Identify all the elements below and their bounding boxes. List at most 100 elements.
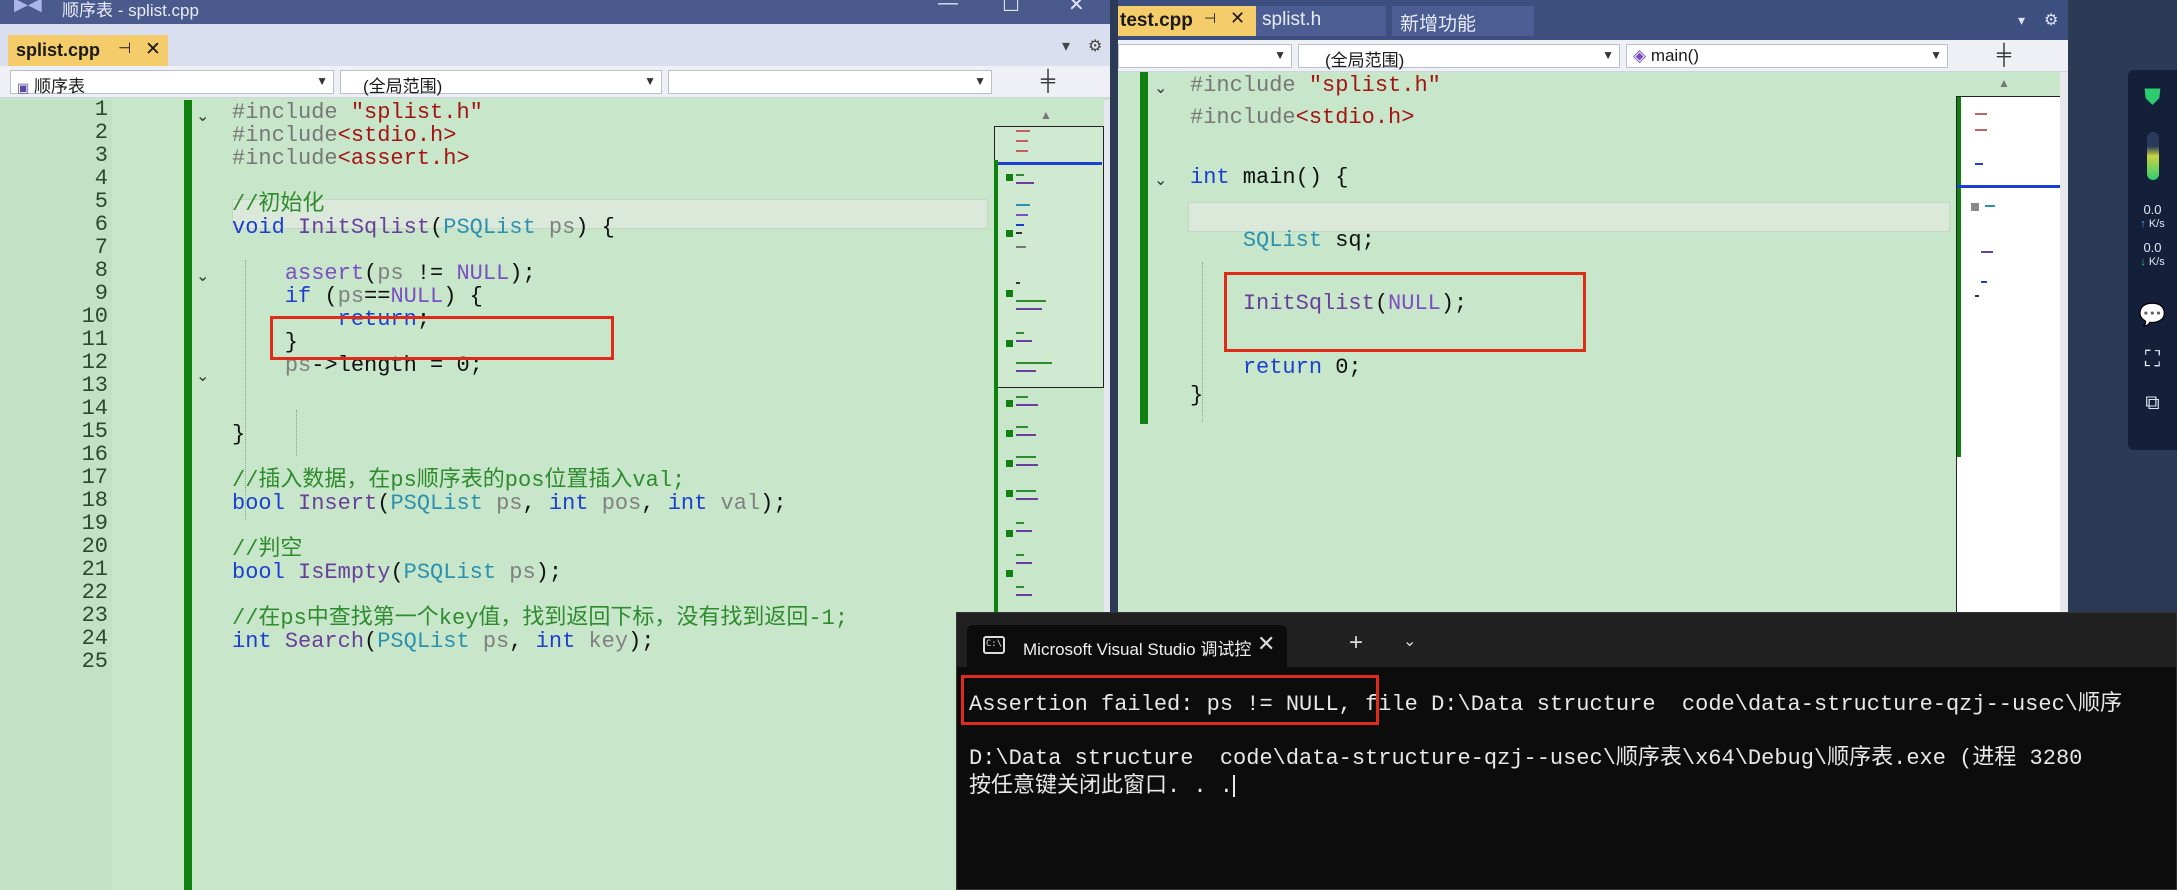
line-number: 21 — [81, 557, 108, 582]
close-tab-button[interactable]: ✕ — [1230, 8, 1245, 29]
member-dropdown[interactable]: ◈ main() ▼ — [1626, 44, 1948, 68]
code-line[interactable]: return 0; — [1190, 352, 1362, 384]
minimap-code-line — [1016, 396, 1028, 398]
maximize-button[interactable]: ☐ — [1002, 0, 1020, 17]
screen-search-icon[interactable]: ⧉ — [2128, 392, 2177, 415]
scope-dropdown[interactable]: (全局范围) ▼ — [1298, 44, 1620, 70]
member-dropdown[interactable]: ▼ — [668, 70, 992, 94]
project-icon: ▣ — [17, 80, 30, 95]
minimap-change-bar — [1957, 97, 1961, 457]
shield-icon[interactable]: ⛊ — [2128, 84, 2177, 110]
minimize-button[interactable]: — — [938, 0, 958, 15]
tab-test-cpp[interactable]: test.cpp ⊣ ✕ — [1118, 6, 1256, 36]
project-dropdown[interactable]: ▼ — [1118, 44, 1292, 68]
code-line[interactable]: int Search(PSQList ps, int key); — [232, 626, 655, 658]
upload-speed: 0.0 — [2143, 202, 2162, 217]
minimap-code-line — [1981, 281, 1987, 283]
code-line[interactable]: bool IsEmpty(PSQList ps); — [232, 557, 562, 589]
gear-icon[interactable]: ⚙ — [1088, 36, 1102, 56]
tab-splist-h[interactable]: splist.h — [1256, 6, 1386, 36]
chat-icon[interactable]: 💬 — [2128, 302, 2177, 328]
chevron-down-icon: ▼ — [974, 74, 986, 88]
console-tab-bar: C:\ Microsoft Visual Studio 调试控 ✕ + ⌄ — [957, 613, 2176, 667]
code-line[interactable]: SQList sq; — [1190, 225, 1375, 257]
chevron-down-icon: ▼ — [316, 74, 328, 88]
crop-icon[interactable]: ⛶ — [2128, 346, 2177, 372]
minimap-code-line — [1016, 246, 1026, 248]
minimap-fold-marker — [1006, 400, 1013, 407]
tab-dropdown-icon[interactable]: ▾ — [2018, 12, 2025, 29]
line-number: 8 — [94, 258, 108, 283]
left-code-editor[interactable]: 1 2 3 4 5 6 7 8 9 10 11 12 13 14 15 16 17 18 19 20 21 22 23 24 2… — [0, 100, 1000, 890]
collapse-icon[interactable]: ⌄ — [1154, 78, 1167, 97]
close-window-button[interactable]: ✕ — [1068, 0, 1085, 17]
minimap-code-line — [1016, 370, 1036, 372]
minimap-code-line — [1016, 490, 1036, 492]
minimap-code-line — [1016, 332, 1024, 334]
upload-unit: ↑ K/s — [2128, 218, 2177, 230]
close-tab-button[interactable]: ✕ — [145, 38, 161, 61]
tab-dropdown-button[interactable]: ⌄ — [1403, 631, 1416, 651]
code-line[interactable]: } — [1190, 380, 1203, 412]
minimap-code-line — [1016, 586, 1024, 588]
change-tracking-bar — [1140, 72, 1148, 424]
line-number: 22 — [81, 580, 108, 605]
minimap-code-line — [1975, 113, 1987, 115]
minimap-viewport[interactable] — [994, 126, 1104, 388]
minimap-viewport[interactable] — [1956, 96, 2063, 620]
split-editor-icon[interactable]: ╪ — [1984, 44, 2024, 68]
project-dropdown[interactable]: ▣ 顺序表 ▼ — [10, 70, 334, 96]
minimap-code-line — [1016, 130, 1030, 132]
minimap-fold-marker — [1006, 230, 1013, 237]
tab-splist-cpp[interactable]: splist.cpp ⊣ ✕ — [8, 35, 168, 66]
minimap-fold-marker — [1006, 340, 1013, 347]
chevron-down-icon: ▼ — [1930, 48, 1942, 62]
line-number: 10 — [81, 304, 108, 329]
debug-console-window[interactable]: C:\ Microsoft Visual Studio 调试控 ✕ + ⌄ As… — [956, 612, 2177, 890]
code-line[interactable]: #include<assert.h> — [232, 143, 470, 175]
pin-icon[interactable]: ⊣ — [1204, 10, 1216, 27]
new-tab-button[interactable]: + — [1349, 629, 1363, 657]
scroll-up-icon[interactable]: ▲ — [1040, 108, 1052, 122]
minimap-code-line — [1016, 174, 1024, 176]
right-vertical-scrollbar[interactable] — [2060, 72, 2068, 620]
scope-dropdown[interactable]: (全局范围) ▼ — [340, 70, 662, 96]
code-line[interactable]: void InitSqlist(PSQList ps) { — [232, 212, 615, 244]
collapse-icon[interactable]: ⌄ — [196, 266, 209, 285]
scroll-up-icon[interactable]: ▲ — [1998, 76, 2010, 90]
minimap-code-line — [1016, 554, 1024, 556]
minimap-code-line — [1016, 464, 1038, 466]
code-line[interactable]: } — [232, 419, 245, 451]
console-tab[interactable]: C:\ Microsoft Visual Studio 调试控 ✕ — [967, 625, 1287, 667]
collapse-icon[interactable]: ⌄ — [1154, 170, 1167, 189]
line-number: 9 — [94, 281, 108, 306]
collapse-icon[interactable]: ⌄ — [196, 106, 209, 125]
minimap-fold-marker — [1006, 570, 1013, 577]
line-number: 6 — [94, 212, 108, 237]
right-code-editor[interactable]: ⌄ ⌄ #include "splist.h" #include<stdio.h>… — [1118, 72, 1950, 620]
minimap-fold-marker — [1006, 290, 1013, 297]
right-minimap[interactable]: ▲ — [1950, 72, 2068, 620]
tab-dropdown-icon[interactable]: ▾ — [1062, 36, 1070, 56]
gear-icon[interactable]: ⚙ — [2044, 10, 2058, 30]
code-line[interactable]: bool Insert(PSQList ps, int pos, int val… — [232, 488, 787, 520]
pin-icon[interactable]: ⊣ — [118, 39, 131, 57]
collapse-icon[interactable]: ⌄ — [196, 366, 209, 385]
code-line[interactable]: int main() { — [1190, 162, 1348, 194]
line-number: 17 — [81, 465, 108, 490]
member-label: main() — [1650, 46, 1699, 65]
assertion-file: file D:\Data structure code\data-structu… — [1351, 692, 2122, 717]
left-tab-bar: splist.cpp ⊣ ✕ ▾ ⚙ — [0, 24, 1110, 66]
close-console-tab-button[interactable]: ✕ — [1257, 631, 1275, 657]
line-number: 20 — [81, 534, 108, 559]
minimap-fold-marker — [1006, 530, 1013, 537]
chevron-down-icon: ▼ — [644, 74, 656, 88]
split-editor-icon[interactable]: ╪ — [1028, 70, 1068, 94]
code-line[interactable]: #include<stdio.h> — [1190, 102, 1414, 134]
code-line[interactable]: #include "splist.h" — [1190, 72, 1441, 102]
line-number: 13 — [81, 373, 108, 398]
minimap-code-line — [1016, 140, 1028, 142]
press-key-text: 按任意键关闭此窗口. . . — [969, 774, 1234, 799]
minimap-code-line — [1016, 456, 1036, 458]
tab-new-features[interactable]: 新增功能 — [1392, 6, 1534, 36]
